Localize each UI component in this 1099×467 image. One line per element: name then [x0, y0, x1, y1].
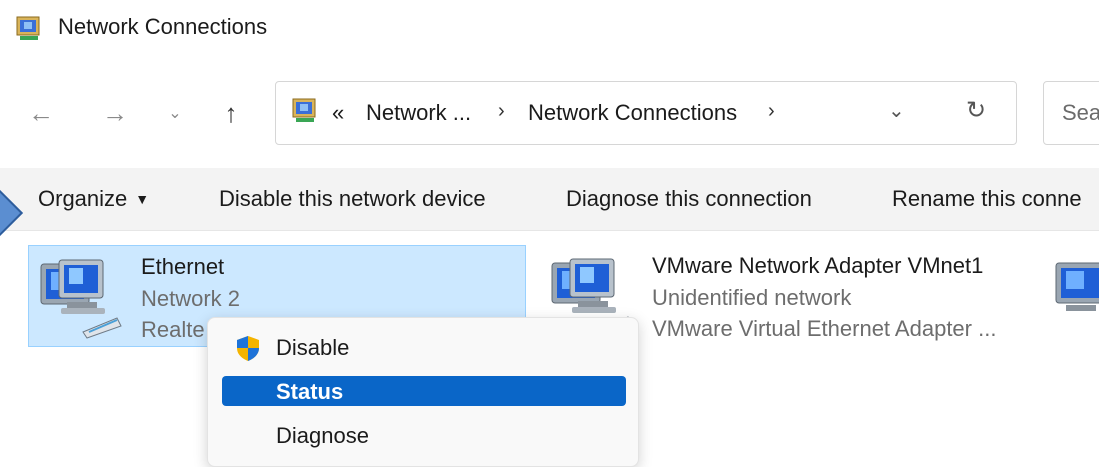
- breadcrumb-separator[interactable]: ›: [768, 100, 775, 123]
- connection-network: Network 2: [141, 286, 241, 311]
- network-adapter-icon[interactable]: [1052, 255, 1099, 339]
- organize-label: Organize: [38, 186, 128, 211]
- title-bar: Network Connections: [0, 0, 1099, 60]
- connection-device: Realte: [141, 317, 205, 342]
- menu-item-disable[interactable]: Disable: [222, 332, 626, 362]
- chevron-down-icon: ⌄: [168, 105, 182, 122]
- menu-item-status[interactable]: Status: [222, 376, 626, 406]
- address-bar[interactable]: « Network ... › Network Connections › ⌄ …: [275, 81, 1017, 145]
- refresh-icon[interactable]: ↻: [966, 96, 986, 125]
- caret-down-icon: ▼: [135, 191, 150, 207]
- recent-locations-button[interactable]: ⌄: [158, 96, 192, 130]
- arrow-right-icon: →: [102, 97, 128, 128]
- context-menu: Disable Status Diagnose: [207, 317, 639, 467]
- network-connections-icon: [16, 16, 40, 40]
- menu-item-diagnose[interactable]: Diagnose: [222, 420, 626, 450]
- forward-button[interactable]: →: [98, 96, 132, 130]
- connection-network: Unidentified network: [652, 285, 852, 310]
- organize-button[interactable]: Organize ▼: [38, 186, 149, 212]
- menu-item-label: Diagnose: [276, 423, 369, 448]
- window-title: Network Connections: [58, 14, 268, 39]
- disable-device-button[interactable]: Disable this network device: [219, 186, 486, 212]
- arrow-left-icon: ←: [28, 97, 54, 128]
- search-box[interactable]: Sea: [1043, 81, 1099, 145]
- chevron-down-icon[interactable]: ⌄: [888, 98, 905, 123]
- network-adapter-icon: [40, 259, 122, 339]
- breadcrumb-network-connections[interactable]: Network Connections: [528, 100, 737, 126]
- menu-item-label: Status: [276, 379, 344, 404]
- network-connections-icon: [292, 98, 316, 122]
- connection-name: VMware Network Adapter VMnet1: [652, 253, 984, 278]
- breadcrumb-network[interactable]: Network ...: [366, 100, 471, 126]
- search-placeholder: Sea: [1062, 100, 1099, 125]
- rename-connection-button[interactable]: Rename this conne: [892, 186, 1082, 212]
- command-bar: Organize ▼ Disable this network device Di…: [0, 168, 1099, 231]
- breadcrumb-separator[interactable]: ›: [498, 100, 505, 123]
- connection-name: Ethernet: [141, 254, 225, 279]
- menu-item-label: Disable: [276, 335, 350, 360]
- diagnose-connection-button[interactable]: Diagnose this connection: [566, 186, 812, 212]
- back-button[interactable]: ←: [24, 96, 58, 130]
- up-button[interactable]: ↑: [214, 96, 248, 130]
- uac-shield-icon: [237, 336, 259, 361]
- arrow-up-icon: ↑: [224, 97, 238, 128]
- address-overflow[interactable]: «: [332, 100, 344, 126]
- connection-device: VMware Virtual Ethernet Adapter ...: [652, 316, 997, 341]
